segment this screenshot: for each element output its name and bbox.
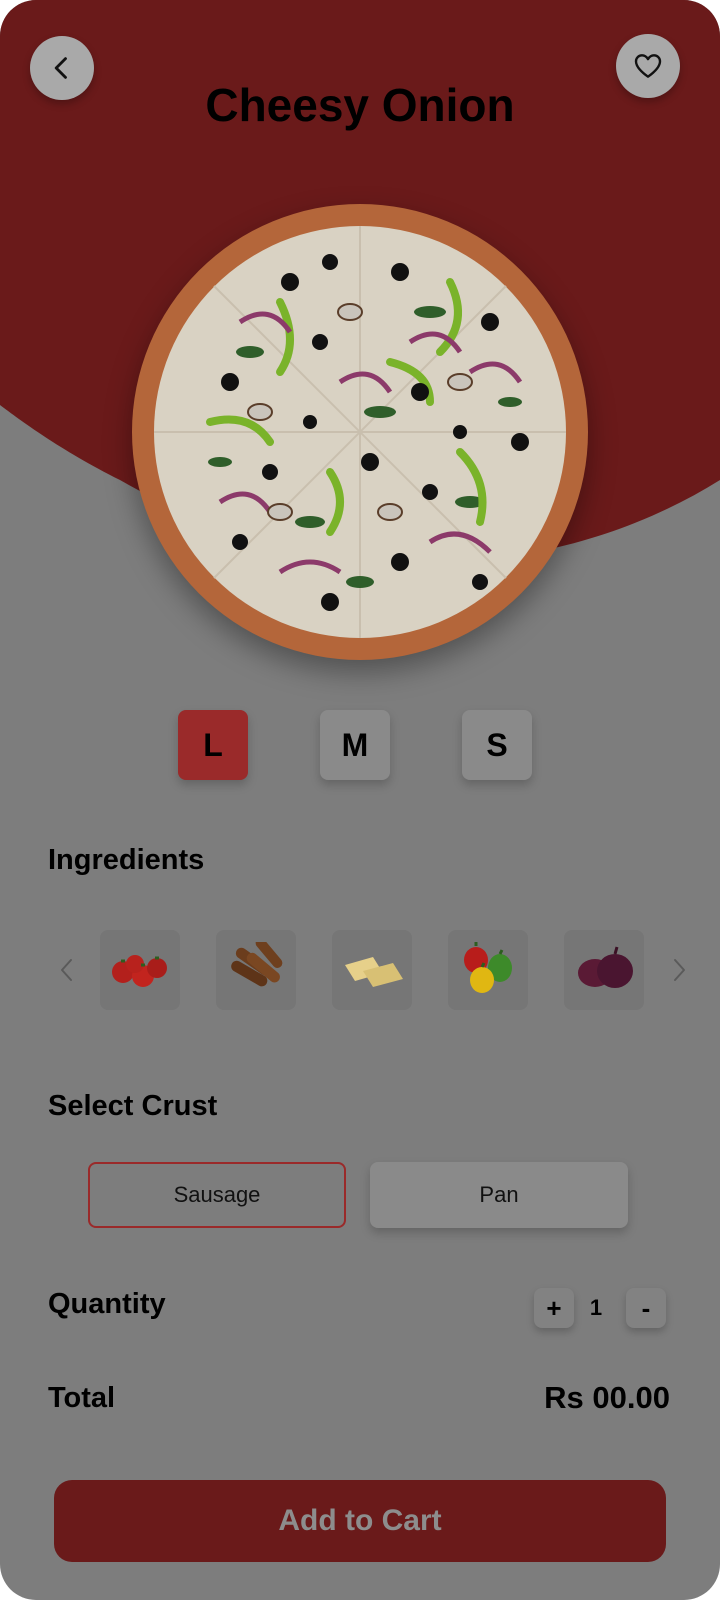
ingredients-title: Ingredients (48, 844, 205, 876)
crust-option-pan[interactable]: Pan (370, 1162, 628, 1228)
cheese-icon (345, 957, 403, 987)
red-onion-icon (578, 946, 633, 988)
chevron-left-icon (61, 959, 72, 981)
crust-title: Select Crust (48, 1090, 218, 1122)
quantity-value: 1 (589, 1295, 603, 1320)
size-option-m[interactable]: M (320, 710, 390, 780)
total-label: Total (48, 1382, 116, 1414)
quantity-label: Quantity (48, 1288, 166, 1320)
quantity-decrease-button[interactable]: - (626, 1288, 666, 1328)
ingredients-prev-button[interactable] (52, 955, 82, 985)
size-option-l[interactable]: L (178, 710, 248, 780)
product-title: Cheesy Onion (205, 79, 515, 131)
size-option-s[interactable]: S (462, 710, 532, 780)
quantity-increase-button[interactable]: + (534, 1288, 574, 1328)
ingredient-sausage[interactable] (216, 930, 296, 1010)
ingredient-tomato[interactable] (100, 930, 180, 1010)
sausage-icon (231, 942, 283, 987)
ingredient-bell-pepper[interactable] (448, 930, 528, 1010)
chevron-right-icon (674, 959, 685, 981)
bell-pepper-icon (464, 942, 512, 993)
ingredient-cheese[interactable] (332, 930, 412, 1010)
tomato-icon (112, 955, 167, 987)
product-screen: Cheesy Onion L M S Ingredients Select Cr… (0, 0, 720, 1600)
pizza-image (132, 204, 588, 660)
ingredient-red-onion[interactable] (564, 930, 644, 1010)
ingredients-next-button[interactable] (664, 955, 694, 985)
total-value: Rs 00.00 (544, 1380, 670, 1415)
add-to-cart-button[interactable]: Add to Cart (54, 1480, 666, 1562)
crust-option-sausage[interactable]: Sausage (88, 1162, 346, 1228)
